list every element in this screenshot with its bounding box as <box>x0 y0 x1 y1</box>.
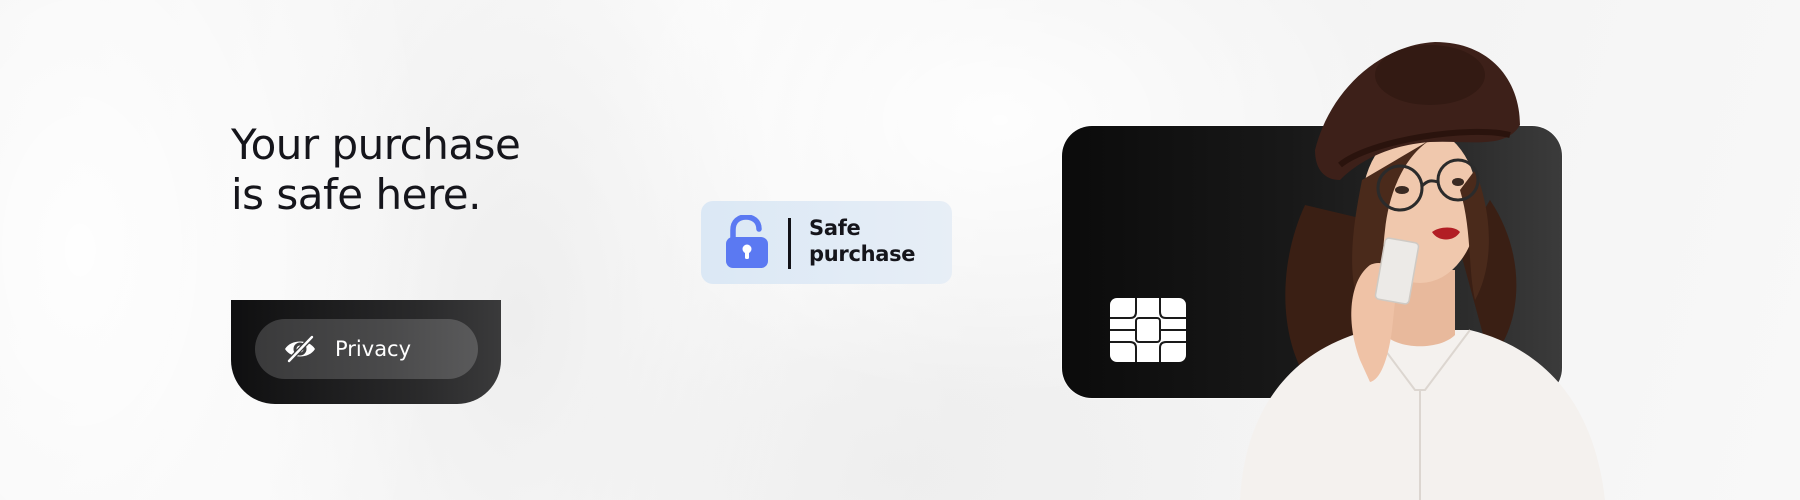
eye-slash-icon <box>285 335 315 363</box>
safe-purchase-badge: Safe purchase <box>701 201 952 284</box>
headline: Your purchase is safe here. <box>231 120 521 219</box>
privacy-button[interactable]: Privacy <box>255 319 478 379</box>
card-chip-icon <box>1110 298 1186 362</box>
woman-holding-card-photo <box>1240 42 1605 500</box>
badge-line-1: Safe <box>809 216 861 240</box>
badge-line-2: purchase <box>809 242 916 266</box>
badge-divider <box>788 218 791 269</box>
privacy-panel: Privacy <box>231 300 501 404</box>
unlocked-padlock-icon <box>726 215 768 268</box>
privacy-label: Privacy <box>335 337 412 361</box>
badge-text: Safe purchase <box>809 215 916 267</box>
